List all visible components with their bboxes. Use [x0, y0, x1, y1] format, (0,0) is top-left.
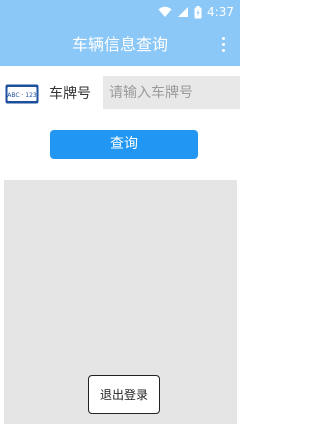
menu-dot: [221, 43, 225, 46]
query-button[interactable]: 查询: [50, 130, 198, 159]
license-plate-text: ABC · 123: [7, 92, 37, 99]
page-title: 车辆信息查询: [71, 35, 168, 54]
plate-label: 车牌号: [49, 86, 91, 102]
status-icons: 4:37: [158, 4, 234, 20]
plate-number-input[interactable]: [103, 76, 240, 109]
wifi-icon: [158, 6, 172, 17]
app-bar: 车辆信息查询: [0, 24, 240, 66]
menu-dot: [221, 49, 225, 52]
more-vert-icon[interactable]: [218, 34, 228, 56]
signal-icon: [178, 7, 189, 17]
status-time: 4:37: [207, 5, 234, 19]
battery-icon: [194, 5, 202, 18]
status-bar: 4:37: [0, 0, 240, 24]
menu-dot: [221, 37, 225, 40]
logout-button[interactable]: 退出登录: [88, 375, 160, 414]
license-plate-icon: ABC · 123: [5, 84, 39, 104]
plate-row: ABC · 123 车牌号: [0, 76, 240, 112]
